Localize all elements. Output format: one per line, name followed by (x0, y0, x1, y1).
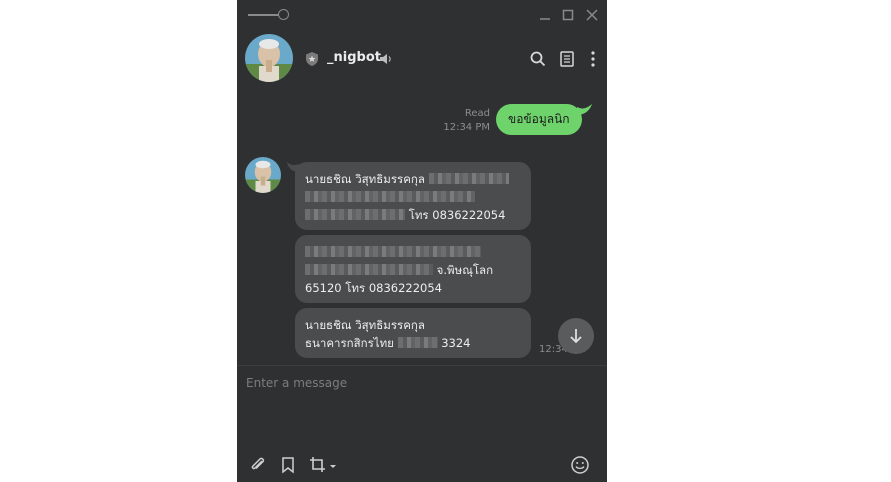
message-list[interactable]: Read 12:34 PM ขอข้อมูลนิก นายธชิณ วิสุทธ… (237, 88, 607, 365)
chat-header: _nigbot (237, 30, 607, 88)
arrow-down-icon (570, 329, 582, 344)
attach-icon[interactable] (248, 455, 268, 475)
incoming-message-bubble[interactable]: นายธชิณ วิสุทธิมรรคกุล โทร 0836222054 (295, 162, 531, 230)
redacted-text (305, 264, 433, 275)
emoji-icon[interactable] (570, 455, 590, 475)
message-line (305, 188, 521, 206)
speaker-icon (380, 54, 391, 64)
incoming-message-bubble[interactable]: นายธชิณ วิสุทธิมรรคกุล ธนาคารกสิกรไทย 33… (295, 308, 531, 358)
notes-icon[interactable] (558, 50, 576, 68)
search-icon[interactable] (529, 50, 547, 68)
redacted-text (305, 191, 475, 202)
message-input[interactable] (246, 376, 546, 390)
incoming-message-bubble[interactable]: จ.พิษณุโลก 65120 โทร 0836222054 (295, 235, 531, 303)
redacted-text (305, 246, 481, 257)
scroll-to-bottom-button[interactable] (558, 318, 594, 354)
outgoing-bubble-tail (577, 104, 592, 115)
message-line: 65120 โทร 0836222054 (305, 281, 442, 295)
redacted-text (428, 173, 509, 184)
composer-divider (237, 365, 607, 366)
message-line: นายธชิณ วิสุทธิมรรคกุล (305, 318, 425, 332)
title-bar (237, 0, 607, 30)
message-line (305, 243, 521, 261)
maximize-icon[interactable] (560, 7, 576, 23)
contact-avatar[interactable] (245, 34, 293, 82)
bookmark-icon[interactable] (278, 455, 298, 475)
crop-icon[interactable] (308, 455, 338, 475)
opacity-slider-handle[interactable] (278, 9, 289, 20)
chat-window: _nigbot Read 12:34 PM ขอข้อมูลนิก นายธชิ… (237, 0, 607, 482)
message-line: ธนาคารกสิกรไทย 3324 (305, 336, 471, 350)
read-status: Read (464, 108, 490, 119)
message-line: จ.พิษณุโลก (305, 261, 521, 279)
outgoing-timestamp: 12:34 PM (443, 122, 490, 133)
close-icon[interactable] (584, 7, 600, 23)
redacted-text (397, 337, 438, 348)
message-line: นายธชิณ วิสุทธิมรรคกุล (305, 170, 521, 188)
contact-name[interactable]: _nigbot (327, 50, 381, 65)
more-vertical-icon[interactable] (584, 50, 602, 68)
sender-avatar[interactable] (245, 157, 281, 193)
redacted-text (305, 209, 405, 220)
message-line: โทร 0836222054 (305, 206, 521, 224)
outgoing-message-bubble[interactable]: ขอข้อมูลนิก (496, 104, 582, 135)
minimize-icon[interactable] (537, 7, 553, 23)
shield-icon (306, 52, 318, 66)
